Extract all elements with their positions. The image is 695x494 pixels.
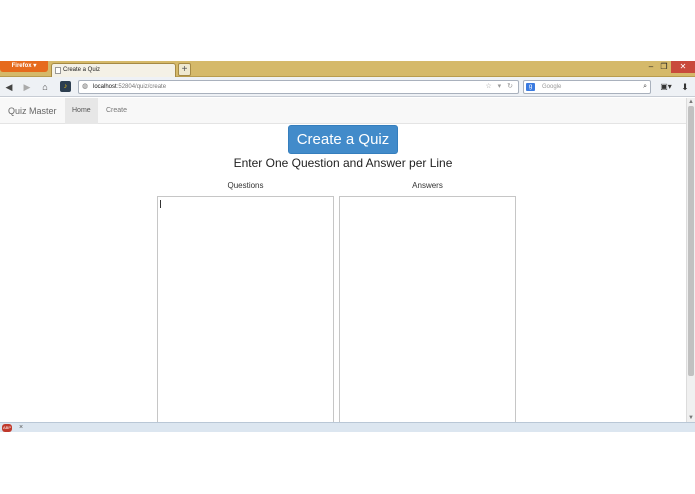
screen: Firefox ▾ Create a Quiz + – ❐ ✕ ◀ ▶ ⌂ ♪ … xyxy=(0,0,695,494)
close-window-button[interactable]: ✕ xyxy=(671,61,695,73)
page-viewport: Quiz Master Home Create Create a Quiz En… xyxy=(0,98,686,422)
browser-window: Firefox ▾ Create a Quiz + – ❐ ✕ ◀ ▶ ⌂ ♪ … xyxy=(0,61,695,433)
addon-icon[interactable]: ♪ xyxy=(60,81,71,92)
firefox-menu-label: Firefox xyxy=(11,63,32,69)
url-bar[interactable]: ◍ localhost:52804/quiz/create ☆ ▾ ↻ xyxy=(78,80,519,94)
search-placeholder: Google xyxy=(542,84,562,90)
new-tab-button[interactable]: + xyxy=(178,63,191,76)
nav-home[interactable]: Home xyxy=(65,98,98,124)
tab-bar: Firefox ▾ Create a Quiz + – ❐ ✕ xyxy=(0,61,695,77)
questions-textarea[interactable] xyxy=(157,196,334,422)
url-path: :52804/quiz/create xyxy=(116,84,167,90)
forward-button[interactable]: ▶ xyxy=(21,81,33,93)
firefox-menu-button[interactable]: Firefox ▾ xyxy=(0,61,48,72)
maximize-button[interactable]: ❐ xyxy=(658,61,670,73)
answers-textarea[interactable] xyxy=(339,196,516,422)
scrollbar-thumb[interactable] xyxy=(688,106,694,376)
site-navbar: Quiz Master Home Create xyxy=(0,98,686,124)
addon-bar-close-icon[interactable]: × xyxy=(19,423,23,433)
text-caret xyxy=(160,200,161,208)
google-icon[interactable]: g xyxy=(526,83,535,91)
adblock-icon[interactable]: ABP xyxy=(2,424,12,432)
scroll-up-icon[interactable]: ▲ xyxy=(687,98,695,106)
minimize-button[interactable]: – xyxy=(645,61,657,73)
navigation-toolbar: ◀ ▶ ⌂ ♪ ◍ localhost:52804/quiz/create ☆ … xyxy=(0,77,695,97)
page-icon xyxy=(55,67,61,74)
home-button[interactable]: ⌂ xyxy=(39,81,51,93)
vertical-scrollbar[interactable]: ▲ ▼ xyxy=(686,98,695,422)
tab-title: Create a Quiz xyxy=(63,67,101,73)
search-bar[interactable]: g Google ⌕ xyxy=(523,80,651,94)
instructions-heading: Enter One Question and Answer per Line xyxy=(233,156,453,170)
back-button[interactable]: ◀ xyxy=(3,81,15,93)
scroll-down-icon[interactable]: ▼ xyxy=(687,414,695,422)
search-icon[interactable]: ⌕ xyxy=(643,81,647,93)
nav-create[interactable]: Create xyxy=(99,98,134,124)
brand-link[interactable]: Quiz Master xyxy=(8,98,57,124)
url-host: localhost xyxy=(93,84,117,90)
create-quiz-button[interactable]: Create a Quiz xyxy=(288,125,398,154)
url-action-icons[interactable]: ☆ ▾ ↻ xyxy=(485,81,515,93)
tab-create-a-quiz[interactable]: Create a Quiz xyxy=(51,63,176,77)
globe-icon: ◍ xyxy=(82,83,89,90)
questions-label: Questions xyxy=(227,181,264,190)
bookmarks-button[interactable]: ▣▾ xyxy=(658,81,674,93)
downloads-icon[interactable]: ⬇ xyxy=(679,81,691,93)
addon-bar: ABP × xyxy=(0,422,695,432)
answers-label: Answers xyxy=(412,181,443,190)
